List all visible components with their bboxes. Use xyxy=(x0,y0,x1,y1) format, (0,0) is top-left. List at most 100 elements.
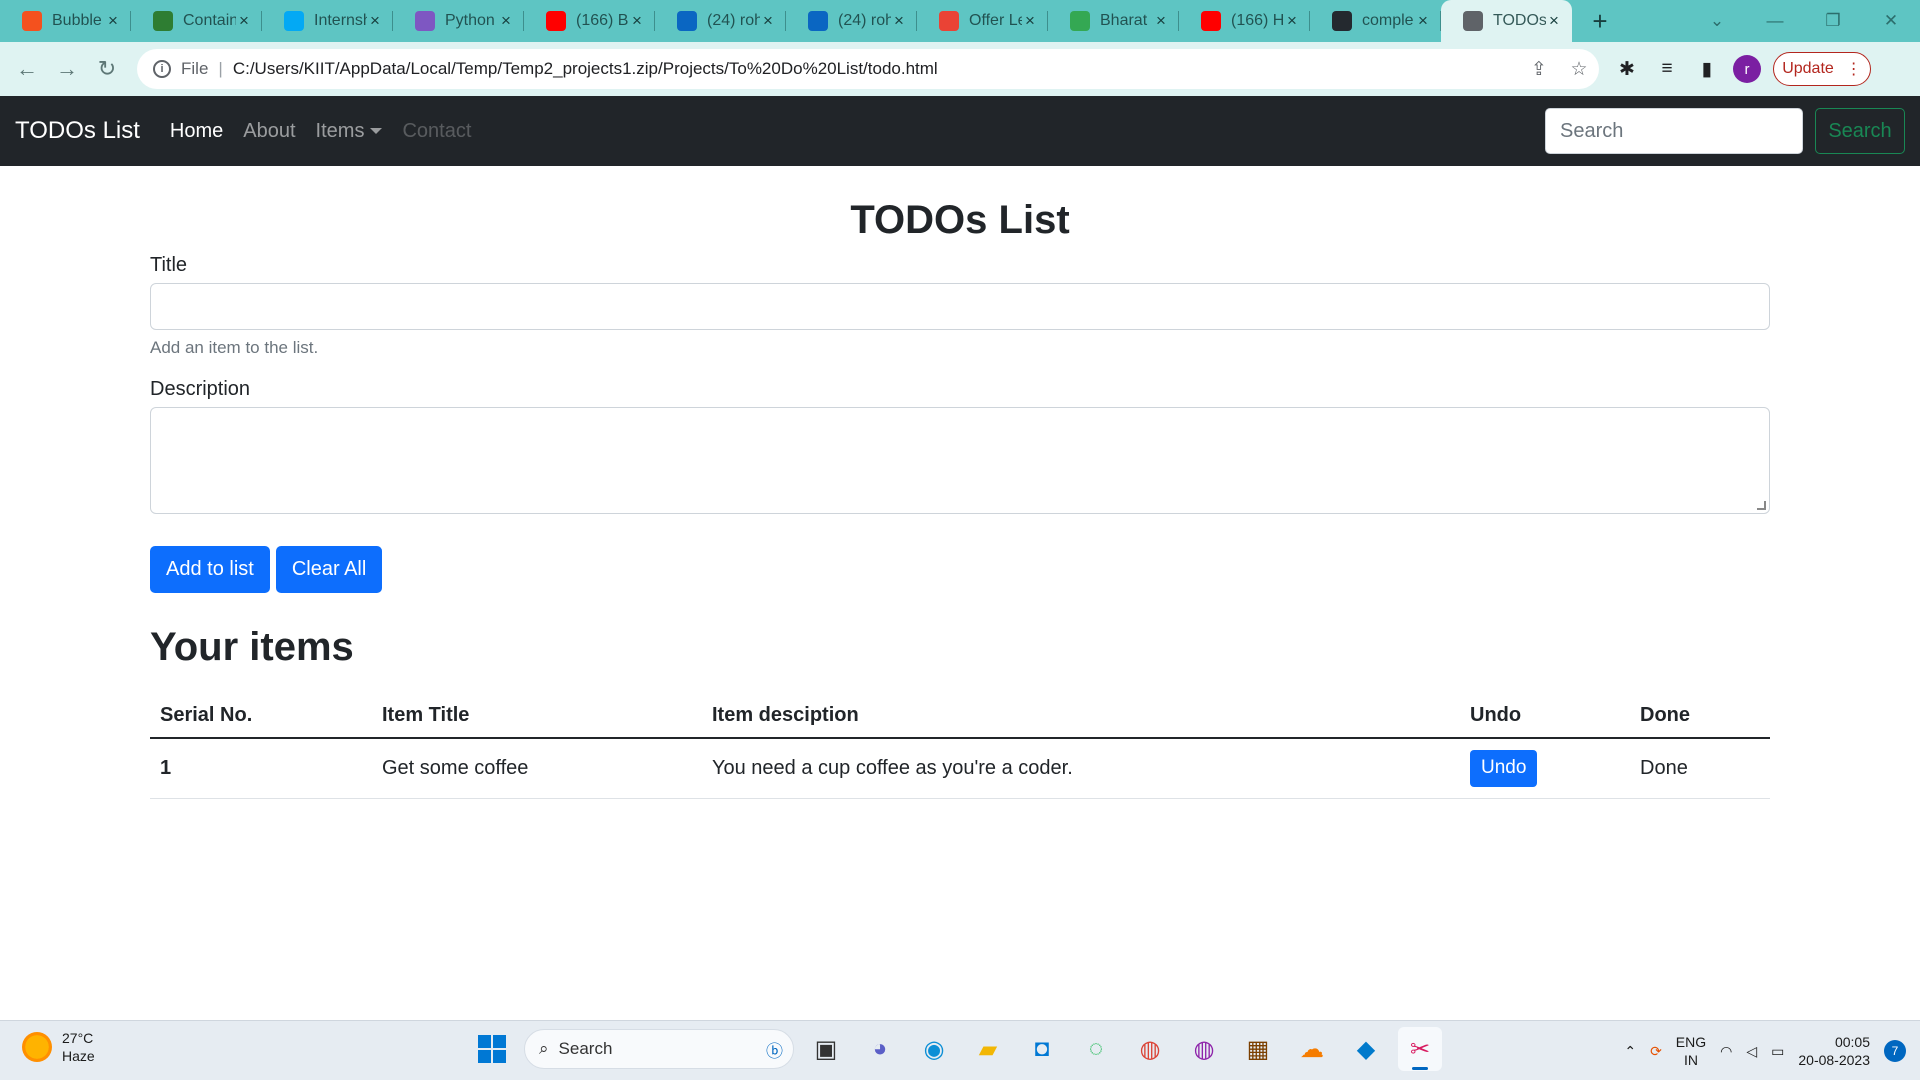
forward-icon[interactable]: → xyxy=(47,49,87,89)
browser-tab[interactable]: Internsh × xyxy=(262,0,393,42)
teams-chat-icon[interactable]: ◕ xyxy=(858,1027,902,1071)
clock[interactable]: 00:05 20-08-2023 xyxy=(1798,1033,1870,1069)
bookmark-star-icon[interactable]: ☆ xyxy=(1559,58,1599,81)
url-separator: | xyxy=(218,59,223,78)
extensions-icon[interactable]: ✱ xyxy=(1607,49,1647,89)
browser-tab[interactable]: comple × xyxy=(1310,0,1441,42)
tab-close-icon[interactable]: × xyxy=(1153,11,1169,31)
browser-tab[interactable]: Bubble × xyxy=(0,0,131,42)
language-indicator[interactable]: ENG IN xyxy=(1676,1033,1706,1069)
nav-items-dropdown[interactable]: Items xyxy=(316,120,383,143)
update-button[interactable]: Update ⋮ xyxy=(1773,52,1871,86)
tab-title: Offer Le xyxy=(969,12,1022,29)
snipping-tool-icon[interactable]: ✂ xyxy=(1398,1027,1442,1071)
haze-sun-icon xyxy=(22,1032,52,1062)
restore-icon[interactable]: ❐ xyxy=(1804,0,1862,42)
browser-tab[interactable]: Offer Le × xyxy=(917,0,1048,42)
share-icon[interactable]: ⇪ xyxy=(1519,58,1559,81)
browser-tab[interactable]: (166) H × xyxy=(1179,0,1310,42)
file-explorer-icon[interactable]: ▰ xyxy=(966,1027,1010,1071)
browser-tab[interactable]: (24) roh × xyxy=(655,0,786,42)
profile-avatar[interactable]: r xyxy=(1733,55,1761,83)
sync-icon[interactable]: ⟳ xyxy=(1650,1043,1662,1060)
reload-icon[interactable]: ↻ xyxy=(87,49,127,89)
store-icon[interactable]: ◘ xyxy=(1020,1027,1064,1071)
taskbar-search[interactable]: ⌕ Search ⓑ xyxy=(524,1029,794,1069)
tab-close-icon[interactable]: × xyxy=(236,11,252,31)
site-info-icon[interactable]: i xyxy=(153,60,171,78)
tray-overflow-icon[interactable]: ⌃ xyxy=(1624,1043,1636,1060)
title-input[interactable] xyxy=(150,283,1770,330)
onedrive-icon[interactable]: ☁ xyxy=(1290,1027,1334,1071)
navbar-search-button[interactable]: Search xyxy=(1815,108,1905,154)
bing-icon: ⓑ xyxy=(766,1041,783,1061)
tab-title: (24) roh xyxy=(707,12,760,29)
vscode-icon[interactable]: ◆ xyxy=(1344,1027,1388,1071)
browser-toolbar: ← → ↻ i File | C:/Users/KIIT/AppData/Loc… xyxy=(0,42,1920,96)
notification-badge[interactable]: 7 xyxy=(1884,1040,1906,1062)
col-done: Done xyxy=(1630,693,1770,739)
chrome-icon[interactable]: ◍ xyxy=(1128,1027,1172,1071)
side-panel-icon[interactable]: ▮ xyxy=(1687,49,1727,89)
undo-button[interactable]: Undo xyxy=(1470,749,1538,787)
tab-close-icon[interactable]: × xyxy=(1022,11,1038,31)
wifi-icon[interactable]: ◠ xyxy=(1720,1043,1732,1060)
task-view-icon[interactable]: ▣ xyxy=(804,1027,848,1071)
contain-icon xyxy=(153,11,173,31)
tab-close-icon[interactable]: × xyxy=(105,11,121,31)
address-bar[interactable]: i File | C:/Users/KIIT/AppData/Local/Tem… xyxy=(137,49,1599,89)
minimize-icon[interactable]: — xyxy=(1746,0,1804,42)
tab-close-icon[interactable]: × xyxy=(891,11,907,31)
row-serial: 1 xyxy=(150,738,372,799)
browser-tab[interactable]: Bharat I × xyxy=(1048,0,1179,42)
browser-tab[interactable]: Python × xyxy=(393,0,524,42)
row-description: You need a cup coffee as you're a coder. xyxy=(702,738,1460,799)
close-window-icon[interactable]: ✕ xyxy=(1862,0,1920,42)
navbar-search-input[interactable] xyxy=(1545,108,1803,154)
tab-close-icon[interactable]: × xyxy=(760,11,776,31)
tab-title: (166) H xyxy=(1231,12,1284,29)
browser-tab[interactable]: (24) roh × xyxy=(786,0,917,42)
browser-tab[interactable]: Contain × xyxy=(131,0,262,42)
search-icon: ⌕ xyxy=(539,1039,549,1058)
back-icon[interactable]: ← xyxy=(7,49,47,89)
description-textarea[interactable] xyxy=(150,407,1770,514)
tab-close-icon[interactable]: × xyxy=(1415,11,1431,31)
add-to-list-button[interactable]: Add to list xyxy=(150,546,270,593)
battery-icon[interactable]: ▭ xyxy=(1771,1043,1784,1060)
tab-title: (24) roh xyxy=(838,12,891,29)
winrar-icon[interactable]: ▦ xyxy=(1236,1027,1280,1071)
edge-icon[interactable]: ◉ xyxy=(912,1027,956,1071)
navbar-brand[interactable]: TODOs List xyxy=(15,117,140,145)
resize-handle-icon[interactable] xyxy=(1757,501,1766,510)
url-text[interactable]: C:/Users/KIIT/AppData/Local/Temp/Temp2_p… xyxy=(233,59,1519,79)
window-controls: ⌄ — ❐ ✕ xyxy=(1688,0,1920,42)
linkedin-icon xyxy=(677,11,697,31)
browser-tab[interactable]: (166) B × xyxy=(524,0,655,42)
nav-about[interactable]: About xyxy=(243,120,295,143)
taskbar-apps: ⌕ Search ⓑ ▣ ◕ ◉ ▰ ◘ ◌ ◍ ◍ ▦ ☁ ◆ ✂ xyxy=(470,1027,1442,1071)
tab-close-icon[interactable]: × xyxy=(1546,11,1562,31)
windows-taskbar: 27°C Haze ⌕ Search ⓑ ▣ ◕ ◉ ▰ ◘ ◌ ◍ ◍ ▦ ☁… xyxy=(0,1020,1920,1080)
new-tab-button[interactable]: + xyxy=(1580,0,1620,42)
tab-search-icon[interactable]: ⌄ xyxy=(1688,0,1746,42)
reading-list-icon[interactable]: ≡ xyxy=(1647,49,1687,89)
tab-close-icon[interactable]: × xyxy=(367,11,383,31)
windows-start-icon[interactable] xyxy=(470,1027,514,1071)
more-menu-icon: ⋮ xyxy=(1845,61,1862,78)
tab-close-icon[interactable]: × xyxy=(1284,11,1300,31)
clear-all-button[interactable]: Clear All xyxy=(275,546,383,593)
internshala-icon xyxy=(284,11,304,31)
tab-close-icon[interactable]: × xyxy=(498,11,514,31)
spotify-icon[interactable]: ◌ xyxy=(1074,1027,1118,1071)
nav-links: Home About Items Contact xyxy=(170,120,471,143)
clock-date: 20-08-2023 xyxy=(1798,1052,1870,1068)
weather-widget[interactable]: 27°C Haze xyxy=(22,1029,95,1065)
browser-tab[interactable]: TODOs × xyxy=(1441,0,1572,42)
linkedin-icon xyxy=(808,11,828,31)
weather-text: 27°C Haze xyxy=(62,1029,95,1065)
chrome-profile-icon[interactable]: ◍ xyxy=(1182,1027,1226,1071)
tab-close-icon[interactable]: × xyxy=(629,11,645,31)
volume-icon[interactable]: ◁ xyxy=(1746,1043,1757,1060)
nav-home[interactable]: Home xyxy=(170,120,223,143)
